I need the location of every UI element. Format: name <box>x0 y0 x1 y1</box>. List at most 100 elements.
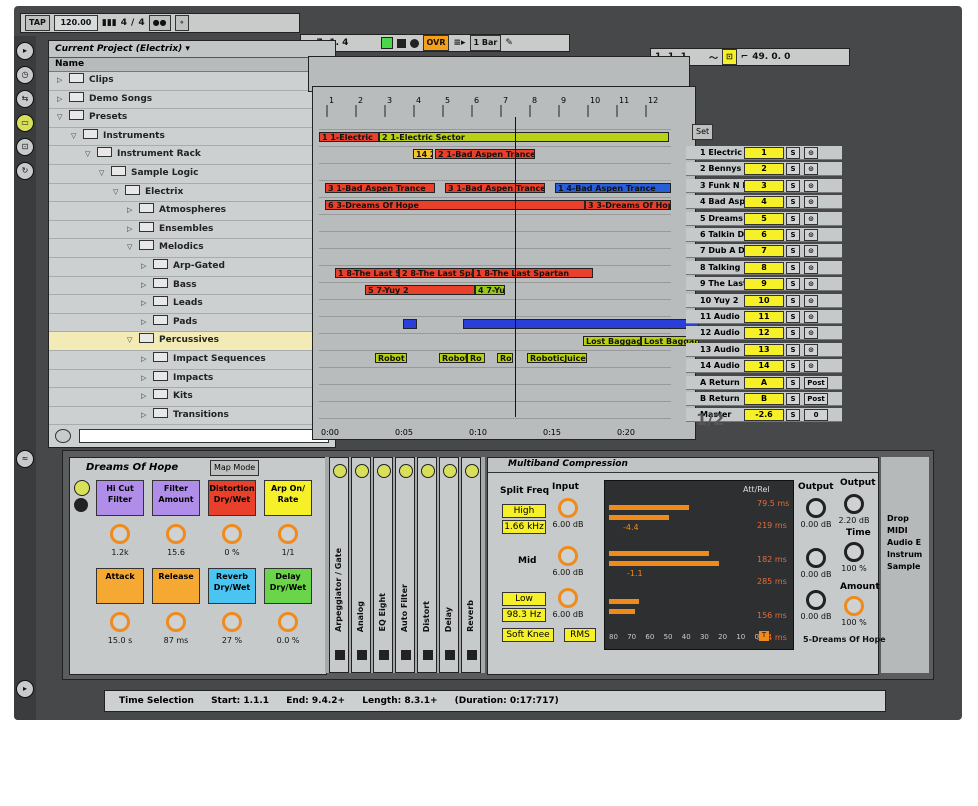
browser-item[interactable]: ▷ Arp-Gated <box>49 258 335 277</box>
arm-button[interactable]: ⊙ <box>804 147 818 159</box>
track-header[interactable]: 2 Bennys Le 2 S ⊙ <box>686 162 842 177</box>
power-icon[interactable] <box>355 464 369 478</box>
expand-arrow-icon[interactable]: ▷ <box>127 221 139 239</box>
browser-item[interactable]: ▷ Transitions <box>49 407 335 426</box>
track-header[interactable]: A Return A S Post <box>686 375 842 390</box>
att-rel-value[interactable]: 79.5 ms <box>757 499 789 508</box>
collapse-arrow-icon[interactable]: ▽ <box>127 239 139 257</box>
soft-knee-button[interactable]: Soft Knee <box>502 628 554 642</box>
track-activator[interactable]: 10 <box>744 294 784 307</box>
detail-toggle-icon[interactable]: ▸ <box>16 680 34 698</box>
track-activator[interactable]: 5 <box>744 212 784 225</box>
power-icon[interactable] <box>399 464 413 478</box>
macro-label[interactable]: Arp On/ Rate <box>264 480 312 516</box>
solo-button[interactable]: S <box>786 393 800 405</box>
solo-button[interactable]: S <box>786 147 800 159</box>
macro-label[interactable]: Hi Cut Filter <box>96 480 144 516</box>
save-preset-icon[interactable] <box>423 650 433 660</box>
clip[interactable]: RoboticJuice <box>527 353 587 363</box>
macro-knob[interactable] <box>278 524 298 544</box>
track-activator[interactable]: 1 <box>744 147 784 159</box>
arm-button[interactable]: ⊙ <box>804 245 818 258</box>
browser-item[interactable]: ▷ Pads <box>49 314 335 333</box>
expand-arrow-icon[interactable]: ▷ <box>141 295 153 313</box>
device-collapsed[interactable]: Auto Filter <box>395 457 415 673</box>
expand-arrow-icon[interactable]: ▷ <box>141 388 153 406</box>
rack-power-icon[interactable] <box>74 480 90 496</box>
expand-arrow-icon[interactable]: ▷ <box>141 314 153 332</box>
clip[interactable]: Robot <box>375 353 407 363</box>
nudge-icon[interactable]: ▮▮▮ <box>102 18 117 28</box>
solo-button[interactable]: S <box>786 245 800 258</box>
refresh-icon[interactable]: ↻ <box>16 162 34 180</box>
device-collapsed[interactable]: Analog <box>351 457 371 673</box>
solo-button[interactable]: S <box>786 294 800 307</box>
clip[interactable]: Ro <box>467 353 485 363</box>
solo-button[interactable]: S <box>786 179 800 192</box>
collapse-arrow-icon[interactable]: ▽ <box>85 146 97 164</box>
arm-button[interactable]: ⊙ <box>804 229 818 241</box>
browser-item[interactable]: ▽ Percussives <box>49 332 335 351</box>
punch-out-icon[interactable]: ⌐ <box>741 52 749 62</box>
macro-label[interactable]: Attack <box>96 568 144 604</box>
solo-button[interactable]: S <box>786 163 800 176</box>
device-collapsed[interactable]: Delay <box>439 457 459 673</box>
device-collapsed[interactable]: Distort <box>417 457 437 673</box>
track-activator[interactable]: A <box>744 376 784 389</box>
solo-button[interactable]: S <box>786 278 800 291</box>
expand-arrow-icon[interactable]: ▷ <box>141 351 153 369</box>
collapse-arrow-icon[interactable]: ▽ <box>71 128 83 146</box>
tempo-field[interactable]: 120.00 <box>53 15 98 31</box>
macro-label[interactable]: Filter Amount <box>152 480 200 516</box>
solo-button[interactable]: S <box>786 343 800 356</box>
browser-item[interactable]: ▽ Instrument Rack <box>49 146 335 165</box>
clip[interactable]: 2 1-Bad Aspen Trance <box>435 149 535 159</box>
browser-item[interactable]: ▷ Clips <box>49 72 335 91</box>
save-preset-icon[interactable] <box>445 650 455 660</box>
track-activator[interactable]: 13 <box>744 343 784 356</box>
expand-arrow-icon[interactable]: ▷ <box>141 277 153 295</box>
help-view-icon[interactable]: ≈ <box>16 450 34 468</box>
browser-item[interactable]: ▷ Kits <box>49 388 335 407</box>
clip[interactable]: 3 1-Bad Aspen Trance <box>325 183 435 193</box>
arm-button[interactable]: Post <box>804 376 828 389</box>
clip[interactable]: 3 1-Bad Aspen Trance <box>445 183 545 193</box>
loop-button[interactable]: ⊡ <box>722 49 737 65</box>
solo-button[interactable]: S <box>786 311 800 323</box>
clip[interactable]: 3 3-Dreams Of Hope <box>585 200 671 210</box>
low-output-knob[interactable] <box>806 590 826 610</box>
track-header[interactable]: 1 Electric Se 1 S ⊙ <box>686 146 842 160</box>
browser-item[interactable]: ▽ Presets <box>49 109 335 128</box>
quantize-menu[interactable]: 1 Bar <box>469 35 502 51</box>
folder-icon[interactable]: ▭ <box>16 114 34 132</box>
clip[interactable]: 6 3-Dreams Of Hope <box>325 200 585 210</box>
arm-button[interactable]: ⊙ <box>804 327 818 340</box>
browser-toggle-icon[interactable]: ▸ <box>16 42 34 60</box>
macro-knob[interactable] <box>222 524 242 544</box>
att-rel-value[interactable]: 182 ms <box>757 555 787 564</box>
solo-button[interactable]: S <box>786 212 800 225</box>
arm-button[interactable]: ⊙ <box>804 261 818 274</box>
track-activator[interactable]: 6 <box>744 229 784 241</box>
draw-mode-icon[interactable]: ✎ <box>505 38 513 48</box>
expand-arrow-icon[interactable]: ▷ <box>57 91 69 109</box>
track-header[interactable]: 12 Audio 12 S ⊙ <box>686 326 842 341</box>
browser-item[interactable]: ▽ Instruments <box>49 128 335 147</box>
high-freq-field[interactable]: 1.66 kHz <box>502 520 546 534</box>
expand-arrow-icon[interactable]: ▷ <box>57 72 69 90</box>
browser-item[interactable]: ▷ Ensembles <box>49 221 335 240</box>
browser-title[interactable]: Current Project (Electrix) ▾ <box>49 41 335 58</box>
arm-button[interactable]: ⊙ <box>804 278 818 291</box>
browser-item[interactable]: ▷ Leads <box>49 295 335 314</box>
track-activator[interactable]: 7 <box>744 245 784 258</box>
set-button[interactable]: Set <box>692 124 714 140</box>
clip[interactable]: 1 4-Bad Aspen Trance <box>555 183 671 193</box>
drop-area[interactable]: Drop MIDI Audio E Instrum Sample <box>881 457 929 673</box>
macro-knob[interactable] <box>110 612 130 632</box>
arm-button[interactable]: ⊙ <box>804 163 818 176</box>
rack-chain-icon[interactable] <box>74 498 88 512</box>
time-knob[interactable] <box>844 542 864 562</box>
power-icon[interactable] <box>333 464 347 478</box>
track-activator[interactable]: 11 <box>744 311 784 323</box>
att-rel-value[interactable]: 156 ms <box>757 611 787 620</box>
